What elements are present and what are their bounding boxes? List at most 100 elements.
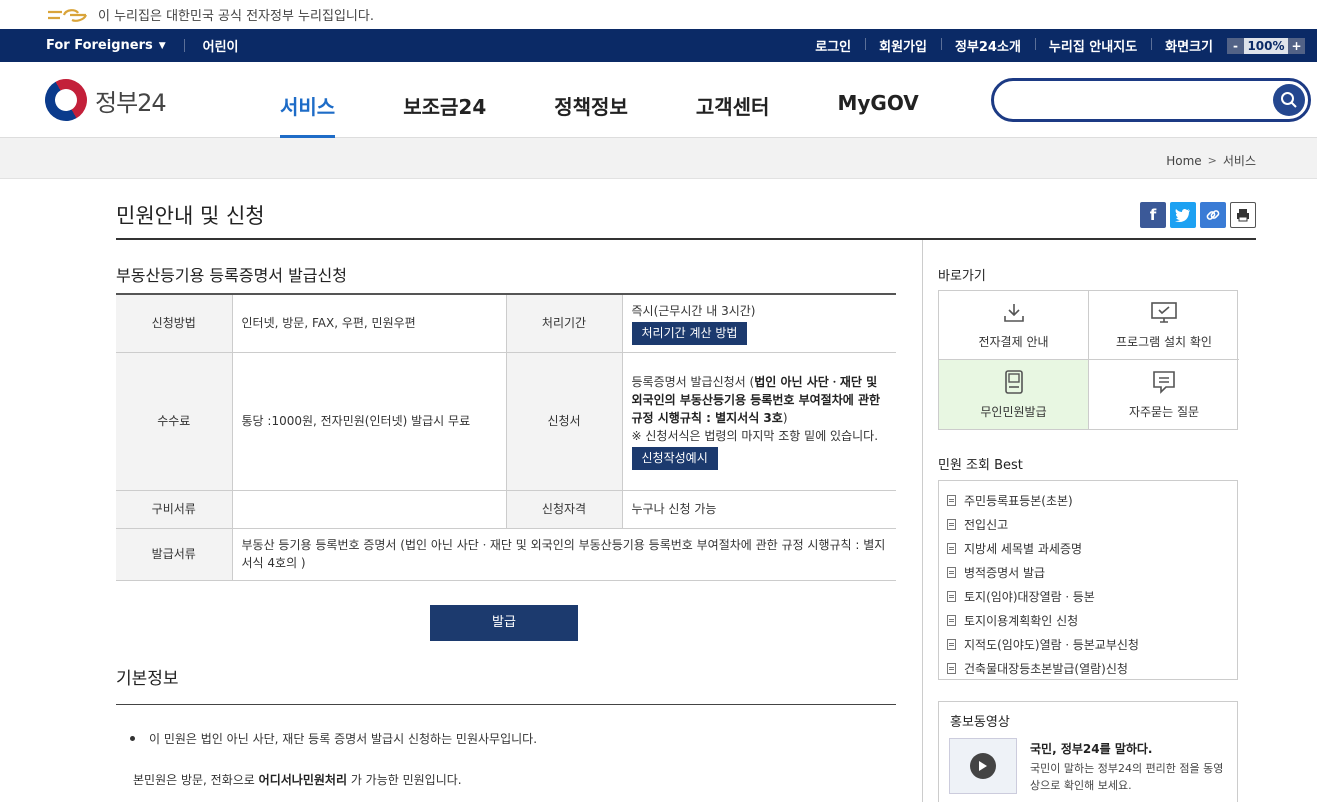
page-header: 민원안내 및 신청 f	[116, 178, 1256, 240]
list-item[interactable]: 주민등록표등본(초본)	[939, 488, 1237, 512]
menu-subsidy24[interactable]: 보조금24	[403, 62, 486, 138]
note-bold: 어디서나민원처리	[258, 773, 347, 787]
breadcrumb: Home > 서비스	[1166, 152, 1256, 169]
caret-down-icon: ▼	[158, 40, 166, 51]
list-item-label: 토지(임야)대장열람ㆍ등본	[964, 589, 1095, 604]
zoom-out-button[interactable]: -	[1227, 37, 1244, 54]
list-item[interactable]: 병적증명서 발급	[939, 560, 1237, 584]
official-notice-bar: 이 누리집은 대한민국 공식 전자정부 누리집입니다.	[0, 0, 1317, 29]
video-description: 국민이 말하는 정부24의 편리한 점을 동영상으로 확인해 보세요.	[1030, 762, 1224, 792]
search-button[interactable]	[1273, 84, 1305, 116]
taegeuk-logo-icon	[37, 71, 95, 129]
signup-link[interactable]: 회원가입	[865, 36, 941, 55]
period-label: 처리기간	[505, 294, 622, 353]
basic-info-note: 본민원은 방문, 전화으로 어디서나민원처리 가 가능한 민원입니다.	[133, 771, 462, 788]
breadcrumb-current[interactable]: 서비스	[1223, 152, 1256, 169]
form-value-suffix: )	[782, 410, 788, 425]
list-item[interactable]: 토지이용계획확인 신청	[939, 608, 1237, 632]
issue-button[interactable]: 발급	[430, 605, 578, 641]
logo-text: 정부24	[95, 88, 167, 117]
divider	[183, 39, 185, 52]
table-row: 발급서류 부동산 등기용 등록번호 증명서 (법인 아닌 사단ㆍ재단 및 외국인…	[116, 528, 896, 581]
document-icon	[947, 566, 956, 578]
main-header: 정부24 서비스 보조금24 정책정보 고객센터 MyGOV	[0, 62, 1317, 139]
fee-label: 수수료	[116, 352, 232, 491]
main-menu: 서비스 보조금24 정책정보 고객센터 MyGOV	[280, 62, 987, 139]
document-icon	[947, 638, 956, 650]
qual-value: 누구나 신청 가능	[621, 490, 896, 529]
method-label: 신청방법	[116, 294, 232, 353]
login-link[interactable]: 로그인	[801, 36, 865, 55]
gov24-logo[interactable]: 정부24	[37, 71, 167, 129]
quick-link-payment[interactable]: 전자결제 안내	[939, 291, 1089, 360]
quick-link-kiosk[interactable]: 무인민원발급	[939, 360, 1089, 429]
best-title: 민원 조회 Best	[938, 458, 1023, 473]
list-item[interactable]: 지방세 세목별 과세증명	[939, 536, 1237, 560]
quick-links: 전자결제 안내 프로그램 설치 확인 무인민원발급 자주묻는 질문	[938, 290, 1239, 430]
kids-link[interactable]: 어린이	[203, 36, 239, 55]
list-item[interactable]: 전입신고	[939, 512, 1237, 536]
video-heading[interactable]: 국민, 정부24를 말하다.	[1030, 740, 1153, 757]
menu-mygov[interactable]: MyGOV	[837, 62, 918, 138]
best-list: 주민등록표등본(초본) 전입신고 지방세 세목별 과세증명 병적증명서 발급 토…	[938, 480, 1238, 680]
utility-nav: For Foreigners ▼ 어린이 로그인 회원가입 정부24소개 누리집…	[0, 29, 1317, 62]
quick-link-label: 자주묻는 질문	[1128, 405, 1200, 419]
period-value: 즉시(근무시간 내 3시간)	[631, 303, 756, 318]
issue-doc-value: 부동산 등기용 등록번호 증명서 (법인 아닌 사단ㆍ재단 및 외국인의 부동산…	[231, 528, 896, 581]
menu-customer-center[interactable]: 고객센터	[696, 62, 770, 138]
issue-doc-label: 발급서류	[116, 528, 232, 581]
chevron-right-icon: >	[1207, 154, 1217, 167]
document-icon	[947, 614, 956, 626]
twitter-icon[interactable]	[1170, 202, 1196, 228]
breadcrumb-home[interactable]: Home	[1166, 154, 1201, 168]
quick-link-label: 프로그램 설치 확인	[1116, 334, 1212, 349]
list-item-label: 토지이용계획확인 신청	[964, 613, 1079, 628]
document-icon	[947, 518, 956, 530]
form-value: 등록증명서 발급신청서 (법인 아닌 사단ㆍ재단 및 외국인의 부동산등기용 등…	[632, 373, 887, 427]
menu-service[interactable]: 서비스	[280, 62, 336, 139]
quick-link-faq[interactable]: 자주묻는 질문	[1089, 360, 1239, 429]
form-cell: 등록증명서 발급신청서 (법인 아닌 사단ㆍ재단 및 외국인의 부동산등기용 등…	[621, 352, 896, 491]
list-item-label: 주민등록표등본(초본)	[964, 493, 1073, 508]
note-suffix: 가 가능한 민원입니다.	[347, 773, 462, 787]
menu-policy-info[interactable]: 정책정보	[554, 62, 628, 138]
breadcrumb-bar: Home > 서비스	[0, 138, 1317, 179]
list-item[interactable]: 토지(임야)대장열람ㆍ등본	[939, 584, 1237, 608]
service-info-table: 신청방법 인터넷, 방문, FAX, 우편, 민원우편 처리기간 즉시(근무시간…	[116, 293, 896, 581]
for-foreigners-link[interactable]: For Foreigners ▼	[46, 38, 166, 53]
list-item-label: 건축물대장등초본발급(열람)신청	[964, 661, 1128, 676]
list-item[interactable]: 지적도(임야도)열람ㆍ등본교부신청	[939, 632, 1237, 656]
download-icon	[1003, 303, 1024, 322]
quick-links-title: 바로가기	[938, 269, 986, 284]
period-calc-button[interactable]: 처리기간 계산 방법	[631, 321, 748, 345]
search-input[interactable]	[991, 78, 1311, 122]
video-thumbnail[interactable]	[949, 738, 1017, 794]
form-example-button[interactable]: 신청작성예시	[631, 446, 718, 470]
print-icon[interactable]	[1230, 202, 1256, 228]
quick-link-program-check[interactable]: 프로그램 설치 확인	[1089, 291, 1239, 360]
quick-link-label: 무인민원발급	[980, 405, 1047, 419]
promo-video-box: 홍보동영상 국민, 정부24를 말하다. 국민이 말하는 정부24의 편리한 점…	[938, 701, 1238, 802]
search-icon	[1281, 92, 1297, 108]
quick-link-label: 전자결제 안내	[978, 334, 1049, 349]
list-item[interactable]: 건축물대장등초본발급(열람)신청	[939, 656, 1237, 680]
egov-logo-icon	[48, 8, 88, 22]
sitemap-link[interactable]: 누리집 안내지도	[1034, 36, 1151, 55]
qual-label: 신청자격	[505, 490, 622, 529]
form-value-prefix: 등록증명서 발급신청서 (	[631, 374, 755, 389]
page-title: 민원안내 및 신청	[116, 204, 265, 228]
document-icon	[947, 494, 956, 506]
zoom-in-button[interactable]: +	[1288, 37, 1305, 54]
zoom-value: 100%	[1247, 38, 1285, 53]
basic-info-bullet: 이 민원은 법인 아닌 사단, 재단 등록 증명서 발급시 신청하는 민원사무입…	[130, 730, 537, 747]
monitor-check-icon	[1151, 301, 1177, 323]
facebook-icon[interactable]: f	[1140, 202, 1166, 228]
table-row: 수수료 통당 :1000원, 전자민원(인터넷) 발급시 무료 신청서 등록증명…	[116, 352, 896, 491]
document-icon	[947, 542, 956, 554]
docs-value	[231, 490, 506, 529]
link-copy-icon[interactable]	[1200, 202, 1226, 228]
about-link[interactable]: 정부24소개	[940, 36, 1035, 55]
list-item-label: 병적증명서 발급	[964, 565, 1046, 580]
table-row: 신청방법 인터넷, 방문, FAX, 우편, 민원우편 처리기간 즉시(근무시간…	[116, 294, 896, 353]
zoom-control: - 100% +	[1227, 37, 1305, 54]
